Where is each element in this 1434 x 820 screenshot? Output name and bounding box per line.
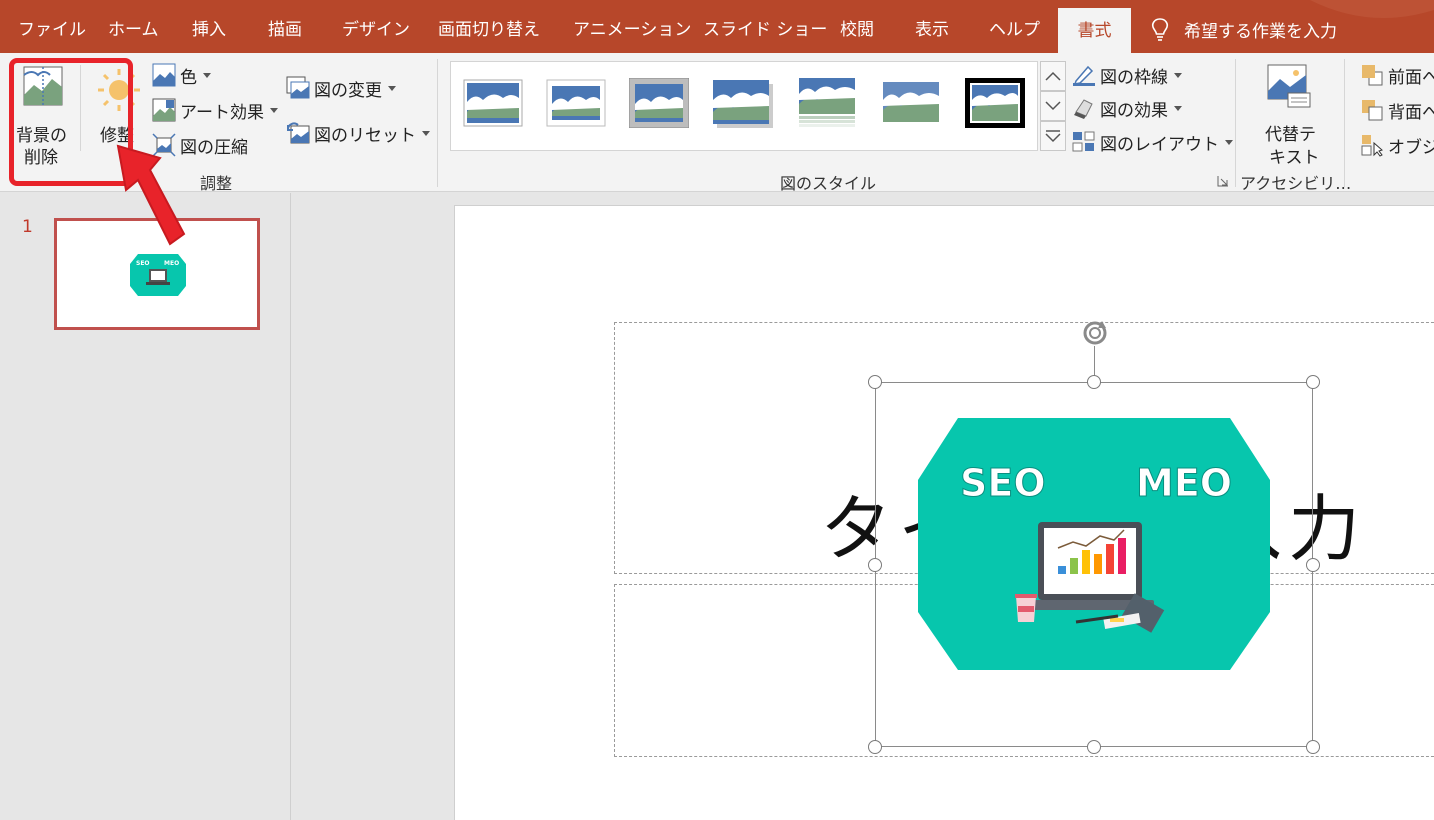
tab-design[interactable]: デザイン bbox=[342, 0, 410, 53]
lightbulb-icon bbox=[1151, 17, 1169, 41]
picture-style-black-frame[interactable] bbox=[965, 78, 1025, 128]
picture-styles-gallery bbox=[450, 61, 1038, 151]
alt-text-button[interactable]: 代替テ キスト bbox=[1250, 59, 1330, 168]
selection-pane-button[interactable]: オブジェ bbox=[1360, 131, 1434, 159]
chevron-down-icon bbox=[269, 107, 278, 113]
artistic-effects-label: アート効果 bbox=[180, 102, 264, 123]
resize-handle-top-left[interactable] bbox=[868, 375, 882, 389]
resize-handle-left[interactable] bbox=[868, 558, 882, 572]
alt-text-label-1: 代替テ bbox=[1265, 125, 1316, 145]
send-backward-icon bbox=[1362, 100, 1383, 121]
picture-border-label: 図の枠線 bbox=[1100, 67, 1168, 88]
chevron-down-icon bbox=[203, 72, 211, 78]
rotate-handle-icon[interactable] bbox=[1080, 318, 1110, 348]
send-backward-button[interactable]: 背面へ bbox=[1360, 96, 1434, 124]
group-separator bbox=[1344, 59, 1345, 187]
picture-style-metal-frame[interactable] bbox=[629, 78, 689, 128]
tab-file[interactable]: ファイル bbox=[18, 0, 86, 53]
resize-handle-bottom-left[interactable] bbox=[868, 740, 882, 754]
ribbon-tab-bar: ファイル ホーム 挿入 描画 デザイン 画面切り替え アニメーション スライド … bbox=[0, 0, 1434, 53]
group-separator bbox=[437, 59, 438, 187]
tab-review[interactable]: 校閲 bbox=[840, 0, 874, 53]
ribbon: 背景の 削除 修整 色 アート効果 図の圧縮 図の変更 図のリセット 調整 図の… bbox=[0, 53, 1434, 193]
expand-more-icon bbox=[1045, 130, 1061, 143]
change-picture-label: 図の変更 bbox=[314, 80, 382, 101]
gallery-more[interactable] bbox=[1040, 121, 1066, 151]
chevron-down-icon bbox=[422, 130, 430, 136]
gallery-scroll-up[interactable] bbox=[1040, 61, 1066, 91]
tab-draw[interactable]: 描画 bbox=[268, 0, 302, 53]
picture-border-button[interactable]: 図の枠線 bbox=[1072, 61, 1182, 89]
color-label: 色 bbox=[180, 67, 197, 88]
resize-handle-top-right[interactable] bbox=[1306, 375, 1320, 389]
chevron-up-icon bbox=[1045, 71, 1061, 81]
compress-label: 図の圧縮 bbox=[180, 137, 248, 158]
thumbnail-image: SEO MEO bbox=[130, 254, 186, 296]
effects-icon bbox=[1074, 99, 1093, 119]
svg-text:SEO: SEO bbox=[136, 260, 150, 267]
pen-icon bbox=[1073, 65, 1095, 86]
tab-view[interactable]: 表示 bbox=[915, 0, 949, 53]
bring-forward-label: 前面へ bbox=[1388, 67, 1434, 88]
chevron-down-icon bbox=[1174, 105, 1182, 111]
tab-animations[interactable]: アニメーション bbox=[573, 0, 691, 53]
picture-style-soft-edge[interactable] bbox=[881, 78, 941, 128]
picture-effects-button[interactable]: 図の効果 bbox=[1072, 94, 1182, 122]
artistic-effects-icon bbox=[152, 98, 176, 122]
change-picture-button[interactable]: 図の変更 bbox=[286, 74, 396, 102]
picture-layout-button[interactable]: 図のレイアウト bbox=[1072, 128, 1233, 156]
slide-number: 1 bbox=[22, 217, 33, 237]
accessibility-group-label: アクセシビリ… bbox=[1240, 174, 1352, 193]
picture-effects-label: 図の効果 bbox=[1100, 100, 1168, 121]
color-button[interactable]: 色 bbox=[152, 61, 211, 89]
reset-picture-button[interactable]: 図のリセット bbox=[286, 119, 430, 147]
alt-text-icon bbox=[1267, 64, 1311, 108]
resize-handle-bottom[interactable] bbox=[1087, 740, 1101, 754]
picture-style-white-border[interactable] bbox=[546, 78, 606, 128]
gallery-scroll bbox=[1040, 61, 1066, 151]
reset-picture-label: 図のリセット bbox=[314, 125, 416, 146]
powerpoint-window: ファイル ホーム 挿入 描画 デザイン 画面切り替え アニメーション スライド … bbox=[0, 0, 1434, 820]
change-picture-icon bbox=[286, 76, 310, 99]
group-separator bbox=[1235, 59, 1236, 187]
picture-style-reflected[interactable] bbox=[797, 78, 857, 128]
chevron-down-icon bbox=[388, 85, 396, 91]
picture-style-simple-frame[interactable] bbox=[463, 78, 523, 128]
tab-help[interactable]: ヘルプ bbox=[989, 0, 1040, 53]
bring-forward-button[interactable]: 前面へ bbox=[1360, 61, 1434, 89]
resize-handle-bottom-right[interactable] bbox=[1306, 740, 1320, 754]
tab-home[interactable]: ホーム bbox=[108, 0, 159, 53]
selection-pane-icon bbox=[1361, 135, 1383, 157]
picture-style-drop-shadow[interactable] bbox=[713, 78, 773, 128]
slide-thumbnail-pane: 1 SEO MEO bbox=[0, 193, 291, 820]
send-backward-label: 背面へ bbox=[1388, 102, 1434, 123]
reset-picture-icon bbox=[287, 122, 310, 144]
tab-slideshow[interactable]: スライド ショー bbox=[703, 0, 827, 53]
alt-text-label-2: キスト bbox=[1269, 148, 1320, 168]
chevron-down-icon bbox=[1045, 101, 1061, 111]
gallery-scroll-down[interactable] bbox=[1040, 91, 1066, 121]
selection-frame bbox=[875, 382, 1313, 747]
svg-text:MEO: MEO bbox=[164, 260, 179, 267]
tab-insert[interactable]: 挿入 bbox=[192, 0, 226, 53]
selection-pane-label: オブジェ bbox=[1388, 137, 1434, 158]
artistic-effects-button[interactable]: アート効果 bbox=[152, 96, 278, 124]
tab-transitions[interactable]: 画面切り替え bbox=[438, 0, 540, 53]
adjust-group-label: 調整 bbox=[200, 174, 233, 193]
layout-icon bbox=[1072, 131, 1095, 152]
picture-layout-label: 図のレイアウト bbox=[1100, 134, 1219, 155]
color-icon bbox=[152, 63, 176, 87]
annotation-arrow bbox=[116, 144, 186, 246]
resize-handle-top[interactable] bbox=[1087, 375, 1101, 389]
header-decoration bbox=[1310, 0, 1434, 18]
chevron-down-icon bbox=[1225, 139, 1233, 145]
bring-forward-icon bbox=[1362, 65, 1383, 86]
chevron-down-icon bbox=[1174, 72, 1182, 78]
tab-format[interactable]: 書式 bbox=[1058, 8, 1131, 53]
resize-handle-right[interactable] bbox=[1306, 558, 1320, 572]
dialog-launcher-icon[interactable] bbox=[1217, 175, 1229, 187]
picture-styles-group-label: 図のスタイル bbox=[780, 174, 877, 193]
